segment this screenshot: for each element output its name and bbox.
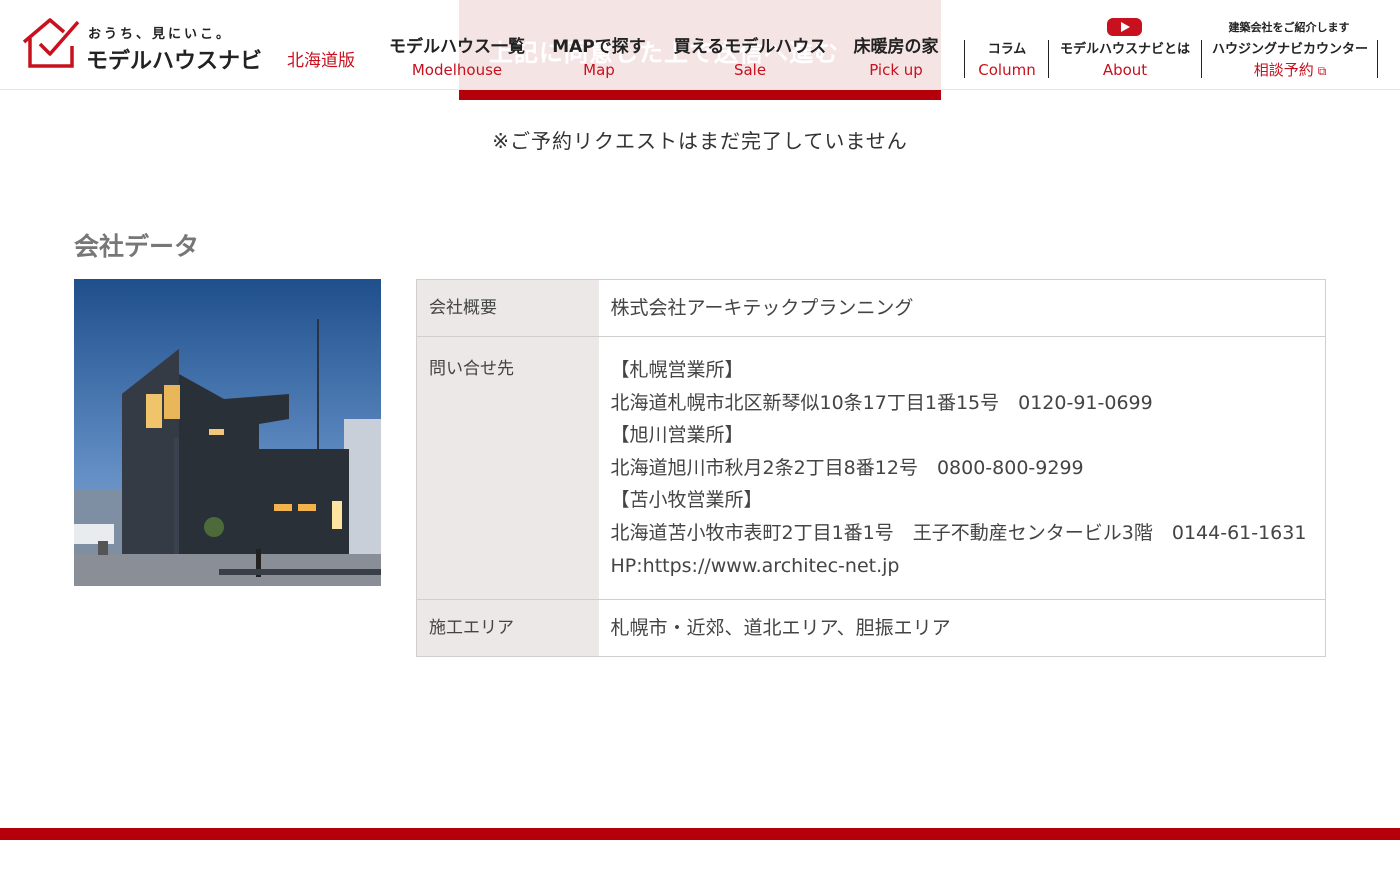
row-label: 問い合せ先 (416, 336, 599, 601)
nav-sale-en: Sale (733, 61, 767, 79)
table-row: 問い合せ先 【札幌営業所】 北海道札幌市北区新琴似10条17丁目1番15号 01… (416, 336, 1326, 601)
nav-map-en: Map (583, 61, 615, 79)
nav-modelhouse[interactable]: モデルハウス一覧 Modelhouse (386, 36, 528, 82)
section-title: 会社データ (74, 232, 200, 261)
counter-intro: 建築会社をご紹介します (1228, 21, 1350, 34)
nav-divider (1201, 40, 1202, 78)
site-header: おうち、見にいこ。 モデルハウスナビ 北海道版 モデルハウス一覧 Modelho… (0, 0, 1400, 90)
service-area: 札幌市・近郊、道北エリア、胆振エリア (610, 617, 951, 640)
nav-modelhouse-label: モデルハウス一覧 (389, 37, 525, 57)
logo-name: モデルハウスナビ (86, 49, 263, 74)
nav-counter-reserve: 相談予約 ⧉ (1204, 60, 1376, 81)
nav-counter-label: ハウジングナビカウンター (1211, 42, 1368, 57)
table-row: 施工エリア 札幌市・近郊、道北エリア、胆振エリア (416, 599, 1326, 657)
external-link-icon: ⧉ (1317, 64, 1327, 78)
footer-bar (0, 828, 1400, 840)
nav-map-label: MAPで探す (552, 37, 646, 57)
logo-region: 北海道版 (287, 51, 355, 71)
company-data-table: 会社概要 株式会社アーキテックプランニング 問い合せ先 【札幌営業所】 北海道札… (416, 279, 1326, 658)
nav-counter[interactable]: ハウジングナビカウンター 相談予約 ⧉ (1204, 40, 1376, 80)
office-asahikawa-title: 【旭川営業所】 (610, 424, 744, 447)
office-sapporo-title: 【札幌営業所】 (610, 359, 744, 381)
office-sapporo-address: 北海道札幌市北区新琴似10条17丁目1番15号 0120-91-0699 (610, 391, 1153, 414)
nav-pickup[interactable]: 床暖房の家 Pick up (850, 36, 942, 82)
nav-column-label: コラム (987, 42, 1027, 57)
contact-info: 【札幌営業所】 北海道札幌市北区新琴似10条17丁目1番15号 0120-91-… (598, 336, 1326, 601)
nav-sale[interactable]: 買えるモデルハウス Sale (671, 36, 829, 82)
nav-divider (1048, 40, 1049, 78)
logo-tagline: おうち、見にいこ。 (88, 27, 233, 42)
office-tomakomai-address: 北海道苫小牧市表町2丁目1番1号 王子不動産センタービル3階 0144-61-1… (610, 521, 1307, 544)
office-tomakomai-title: 【苫小牧営業所】 (610, 489, 763, 512)
nav-counter-reserve-label: 相談予約 (1253, 61, 1314, 79)
site-logo[interactable]: おうち、見にいこ。 モデルハウスナビ 北海道版 (20, 16, 365, 74)
nav-map[interactable]: MAPで探す Map (547, 36, 651, 82)
nav-divider (964, 40, 965, 78)
homepage-url: HP:https://www.architec-net.jp (610, 554, 900, 577)
company-photo (74, 279, 381, 586)
nav-column[interactable]: コラム Column (966, 40, 1048, 80)
nav-sale-label: 買えるモデルハウス (673, 37, 827, 57)
nav-about-en: About (1102, 61, 1148, 79)
nav-pickup-label: 床暖房の家 (853, 37, 939, 57)
nav-modelhouse-en: Modelhouse (411, 61, 503, 79)
row-label: 施工エリア (416, 599, 599, 657)
nav-pickup-en: Pick up (869, 61, 923, 79)
nav-about[interactable]: モデルハウスナビとは About (1050, 40, 1200, 80)
table-row: 会社概要 株式会社アーキテックプランニング (416, 279, 1326, 337)
reservation-notice: ※ご予約リクエストはまだ完了していません (492, 129, 908, 153)
office-asahikawa-address: 北海道旭川市秋月2条2丁目8番12号 0800-800-9299 (610, 456, 1084, 479)
nav-divider (1377, 40, 1378, 78)
youtube-icon[interactable] (1107, 18, 1142, 36)
company-name: 株式会社アーキテックプランニング (598, 279, 1326, 337)
row-label: 会社概要 (416, 279, 599, 337)
house-check-icon (22, 18, 80, 68)
nav-column-en: Column (978, 61, 1036, 79)
nav-about-label: モデルハウスナビとは (1059, 42, 1190, 57)
